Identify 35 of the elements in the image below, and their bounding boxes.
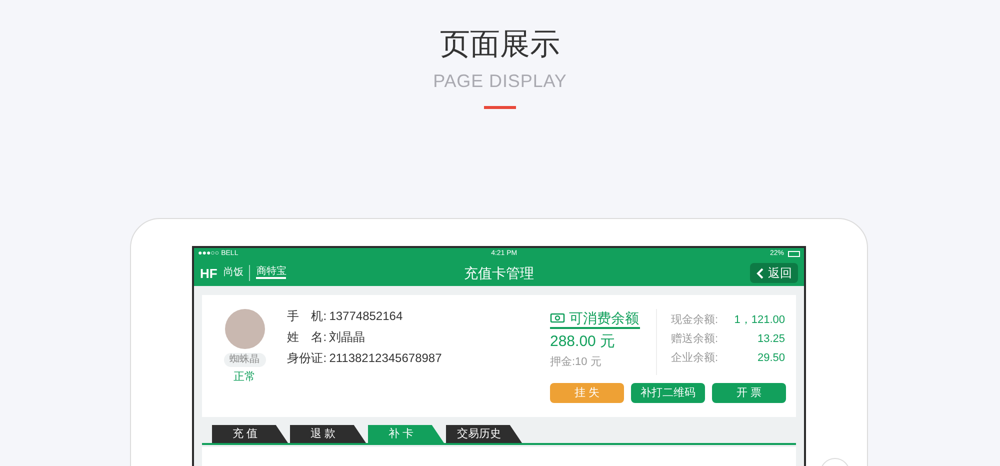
cash-icon	[550, 313, 565, 323]
logo-text: 尚饭	[223, 268, 244, 278]
balance-label: 赠送余额:	[671, 332, 718, 347]
balance-label: 现金余额:	[671, 313, 718, 328]
back-button[interactable]: 返回	[750, 263, 798, 283]
page-subtitle: PAGE DISPLAY	[433, 70, 567, 92]
accent-bar	[484, 106, 516, 109]
balance-label: 企业余额:	[671, 351, 718, 366]
tab[interactable]: 补 卡	[368, 425, 444, 443]
field-label: 身份证:	[287, 351, 328, 366]
tab[interactable]: 交易历史	[446, 425, 522, 443]
field-value: 13774852164	[329, 309, 403, 324]
balance-value: 13.25	[757, 332, 785, 347]
balance-value: 1，121.00	[734, 313, 785, 328]
member-status: 正常	[234, 370, 256, 385]
field-label: 手 机:	[287, 309, 328, 324]
nickname-tag: 蜘蛛晶	[224, 353, 266, 367]
tab[interactable]: 退 款	[290, 425, 366, 443]
action-button[interactable]: 开 票	[712, 383, 786, 403]
brand-logo: 商特宝	[256, 267, 286, 279]
action-button[interactable]: 补打二维码	[631, 383, 705, 403]
page-title: 页面展示	[440, 27, 560, 63]
tab[interactable]: 充 值	[212, 425, 288, 443]
field-value: 21138212345678987	[329, 351, 442, 366]
field-value: 刘晶晶	[329, 330, 366, 345]
chevron-left-icon	[756, 268, 764, 278]
balance-value: 29.50	[757, 351, 785, 366]
balance-title: 可消费余额	[550, 309, 640, 329]
battery-icon	[788, 251, 800, 257]
deposit-text: 押金:10 元	[550, 354, 602, 370]
screen-title: 充值卡管理	[463, 264, 535, 282]
field-label: 姓 名:	[287, 330, 328, 345]
logo-mark: HF	[200, 266, 218, 280]
avatar	[224, 309, 265, 349]
balance-amount: 288.00 元	[550, 332, 616, 352]
